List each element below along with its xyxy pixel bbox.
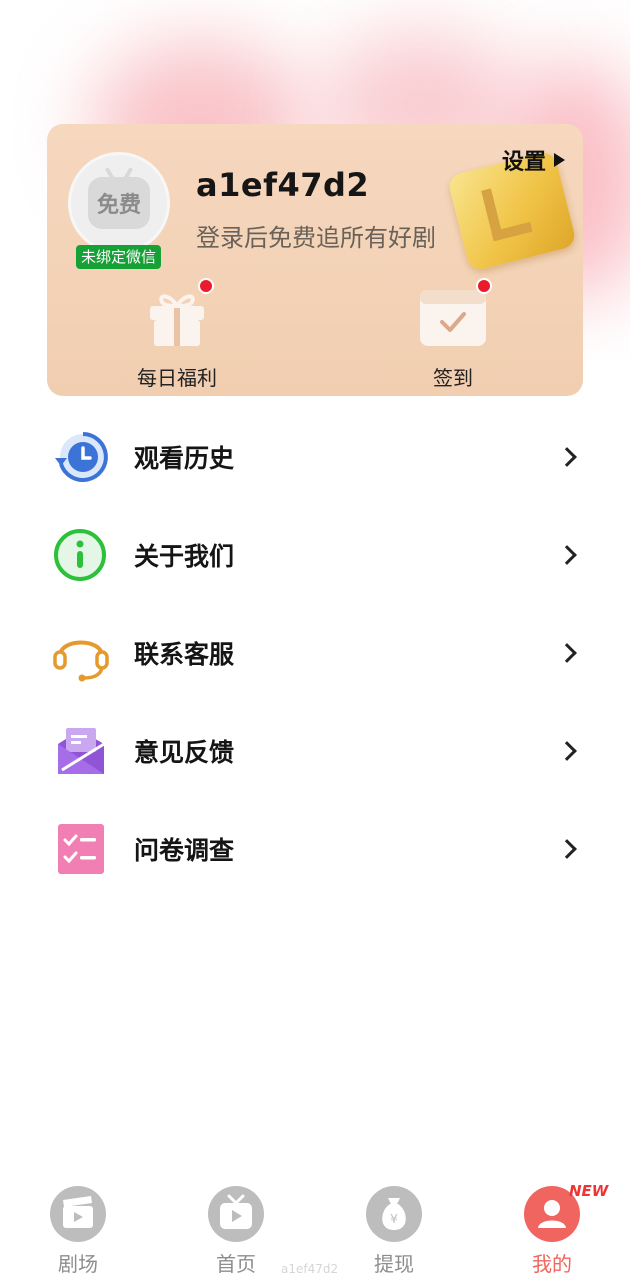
sign-in-button[interactable]: 签到 [393,278,513,391]
daily-welfare-label: 每日福利 [137,366,217,390]
gift-icon [140,278,214,350]
chevron-right-icon [557,839,577,859]
username: a1ef47d2 [196,166,370,204]
settings-button[interactable]: 设置 [502,144,565,176]
tab-label: 首页 [216,1252,256,1276]
info-icon [52,526,110,584]
tab-withdraw[interactable]: ¥ 提现 [354,1186,434,1277]
menu-item-survey[interactable]: 问卷调查 [0,800,630,898]
tab-home[interactable]: 首页 [196,1186,276,1277]
menu-item-feedback[interactable]: 意见反馈 [0,702,630,800]
avatar-logo-text: 免费 [96,193,141,218]
chevron-right-icon [557,741,577,761]
sign-in-label: 签到 [433,366,473,390]
wechat-bind-badge[interactable]: 未绑定微信 [76,245,162,269]
app-logo-icon: 免费 [88,177,150,229]
feedback-mail-icon [52,722,110,780]
menu-item-label: 关于我们 [134,542,235,571]
settings-label: 设置 [501,150,546,175]
history-clock-icon [52,428,110,486]
menu-item-label: 观看历史 [134,444,235,473]
checklist-icon [52,820,110,878]
daily-welfare-button[interactable]: 每日福利 [117,278,237,391]
profile-card: 免费 未绑定微信 a1ef47d2 登录后免费追所有好剧 设置 每日福利 签到 [47,124,583,396]
chevron-right-icon [557,447,577,467]
tab-label: 我的 [532,1252,572,1276]
watermark: a1ef47d2 [281,1262,339,1276]
headset-icon [52,624,110,682]
notification-dot [476,278,492,294]
login-hint[interactable]: 登录后免费追所有好剧 [196,218,436,253]
menu-item-label: 问卷调查 [134,836,235,865]
menu-item-label: 联系客服 [134,640,235,669]
tab-theater[interactable]: 剧场 [38,1186,118,1277]
avatar[interactable]: 免费 [68,152,170,254]
play-arrow-icon [554,153,565,167]
money-bag-icon: ¥ [366,1186,422,1242]
clapperboard-icon [50,1186,106,1242]
chevron-right-icon [557,643,577,663]
calendar-check-icon [416,278,492,350]
menu-item-about-us[interactable]: 关于我们 [0,506,630,604]
menu-item-label: 意见反馈 [134,738,235,767]
new-badge: NEW [569,1182,609,1200]
menu-item-watch-history[interactable]: 观看历史 [0,408,630,506]
tab-label: 提现 [374,1252,414,1276]
settings-menu: 观看历史 关于我们 联系客服 意见反馈 问卷调查 [0,408,630,898]
chevron-right-icon [557,545,577,565]
svg-text:¥: ¥ [390,1212,398,1226]
menu-item-customer-service[interactable]: 联系客服 [0,604,630,702]
notification-dot [198,278,214,294]
tab-label: 剧场 [58,1252,98,1276]
tv-play-icon [208,1186,264,1242]
